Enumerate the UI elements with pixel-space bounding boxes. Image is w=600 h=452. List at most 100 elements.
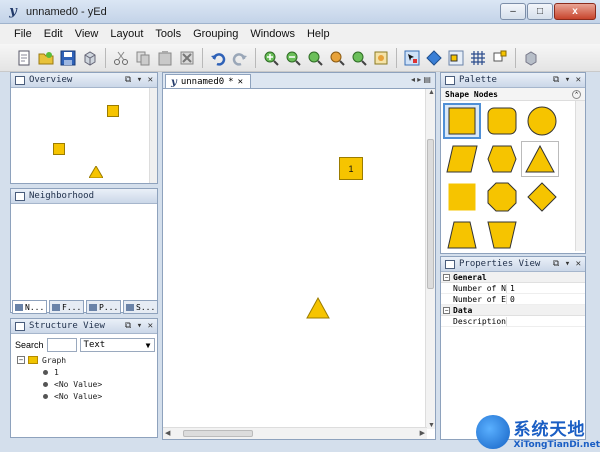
editor-vertical-scrollbar[interactable]: ▲ ▼	[425, 89, 435, 429]
shape-section-header[interactable]: Shape Nodes ⌃	[441, 88, 585, 101]
tab-navigation[interactable]: ◂ ▸ ▤	[411, 75, 431, 84]
scroll-left-icon[interactable]: ◀	[165, 429, 170, 437]
grid-icon[interactable]	[468, 48, 488, 68]
search-input[interactable]	[46, 338, 77, 352]
save-icon[interactable]	[58, 48, 78, 68]
tab-label: N...	[25, 302, 45, 312]
tab-icon	[89, 303, 97, 311]
structure-tree: − Graph 1 <No Value> <No Value>	[11, 354, 157, 402]
shape-triangle[interactable]	[521, 141, 559, 177]
copy-icon[interactable]	[133, 48, 153, 68]
menu-windows[interactable]: Windows	[244, 28, 301, 40]
graph-node-triangle[interactable]	[306, 297, 330, 319]
tree-item[interactable]: <No Value>	[17, 378, 157, 390]
site-watermark: 系统天地 XiTongTianDi.net	[476, 412, 600, 452]
zoom-in-icon[interactable]	[261, 48, 281, 68]
prop-section-general[interactable]: − General	[441, 272, 585, 283]
shape-rectangle-flat[interactable]	[443, 179, 481, 215]
graph-node-1[interactable]: 1	[339, 157, 363, 180]
minimize-button[interactable]: –	[500, 3, 526, 20]
neighborhood-panel: Neighborhood	[10, 188, 158, 313]
shape-ellipse[interactable]	[523, 103, 561, 139]
close-tab-icon[interactable]: ✕	[238, 77, 243, 87]
delete-icon[interactable]	[177, 48, 197, 68]
overview-header: Overview ⧉ ▾ ✕	[11, 73, 157, 88]
graph-canvas[interactable]: 1 ▲ ▼ ◀ ▶	[162, 88, 436, 440]
redo-icon[interactable]	[230, 48, 250, 68]
zoom-selection-icon[interactable]	[327, 48, 347, 68]
menu-tools[interactable]: Tools	[149, 28, 187, 40]
scroll-right-icon[interactable]: ▶	[420, 429, 425, 437]
shape-parallelogram[interactable]	[443, 141, 481, 177]
shape-rounded-rectangle[interactable]	[483, 103, 521, 139]
scroll-up-icon[interactable]: ▲	[428, 89, 435, 96]
menu-edit[interactable]: Edit	[38, 28, 69, 40]
new-document-icon[interactable]	[14, 48, 34, 68]
panel-buttons[interactable]: ⧉ ▾ ✕	[553, 259, 585, 269]
tree-item[interactable]: 1	[17, 366, 157, 378]
scroll-thumb[interactable]	[427, 139, 434, 289]
prop-section-label: General	[453, 272, 487, 282]
properties-icon[interactable]	[490, 48, 510, 68]
palette-panel: Palette ⧉ ▾ ✕ Shape Nodes ⌃	[440, 72, 586, 254]
panel-buttons[interactable]: ⧉ ▾ ✕	[125, 321, 157, 331]
tab-label: P...	[99, 302, 119, 312]
tree-item[interactable]: <No Value>	[17, 390, 157, 402]
panel-buttons[interactable]: ⧉ ▾ ✕	[553, 75, 585, 85]
structure-title: Structure View	[29, 321, 105, 331]
shape-hexagon[interactable]	[483, 141, 521, 177]
zoom-out-icon[interactable]	[283, 48, 303, 68]
prop-row[interactable]: Description	[441, 316, 585, 327]
menu-layout[interactable]: Layout	[104, 28, 149, 40]
menu-file[interactable]: File	[8, 28, 38, 40]
palette-header: Palette ⧉ ▾ ✕	[441, 73, 585, 88]
collapse-icon[interactable]: −	[443, 273, 450, 281]
properties-title: Properties View	[459, 259, 541, 269]
shape-trapezoid-inverted[interactable]	[483, 217, 521, 253]
prop-key: Description	[441, 316, 507, 326]
snap-icon[interactable]	[446, 48, 466, 68]
menu-help[interactable]: Help	[301, 28, 336, 40]
paste-icon[interactable]	[155, 48, 175, 68]
shape-diamond[interactable]	[523, 179, 561, 215]
fit-content-icon[interactable]	[371, 48, 391, 68]
tab-p[interactable]: P...	[86, 300, 121, 314]
undo-icon[interactable]	[208, 48, 228, 68]
menu-grouping[interactable]: Grouping	[187, 28, 244, 40]
close-button[interactable]: x	[554, 3, 596, 20]
shape-rectangle[interactable]	[443, 103, 481, 139]
panel-buttons[interactable]: ⧉ ▾ ✕	[125, 75, 157, 85]
tab-neighborhood[interactable]: N...	[12, 300, 47, 314]
prop-row[interactable]: Number of N... 1	[441, 283, 585, 294]
tab-f[interactable]: F...	[49, 300, 84, 314]
cube-icon[interactable]	[80, 48, 100, 68]
collapse-section-icon[interactable]: ⌃	[572, 89, 581, 99]
node-bullet-icon	[43, 393, 48, 399]
tab-s[interactable]: S...	[123, 300, 158, 314]
editor-horizontal-scrollbar[interactable]: ◀ ▶	[163, 427, 427, 439]
tool-icon[interactable]	[521, 48, 541, 68]
scroll-thumb[interactable]	[183, 430, 253, 437]
zoom-actual-icon[interactable]	[305, 48, 325, 68]
zoom-fit-icon[interactable]	[349, 48, 369, 68]
shape-octagon[interactable]	[483, 179, 521, 215]
cut-icon[interactable]	[111, 48, 131, 68]
overview-scrollbar[interactable]	[149, 88, 157, 183]
prop-row[interactable]: Number of E... 0	[441, 294, 585, 305]
collapse-icon[interactable]: −	[443, 306, 450, 314]
navigation-icon[interactable]	[424, 48, 444, 68]
overview-canvas[interactable]	[11, 88, 157, 183]
scroll-down-icon[interactable]: ▼	[428, 422, 435, 429]
menu-view[interactable]: View	[69, 28, 105, 40]
tab-unnamed0[interactable]: y unnamed0 * ✕	[165, 74, 251, 89]
palette-scrollbar[interactable]	[575, 101, 585, 251]
tree-root[interactable]: − Graph	[17, 354, 157, 366]
maximize-button[interactable]: □	[527, 3, 553, 20]
prop-section-data[interactable]: − Data	[441, 305, 585, 316]
edit-mode-icon[interactable]	[402, 48, 422, 68]
tab-label: S...	[136, 302, 156, 312]
collapse-icon[interactable]: −	[17, 356, 25, 364]
search-mode-select[interactable]: Text ▼	[79, 338, 155, 352]
open-folder-icon[interactable]	[36, 48, 56, 68]
shape-trapezoid[interactable]	[443, 217, 481, 253]
